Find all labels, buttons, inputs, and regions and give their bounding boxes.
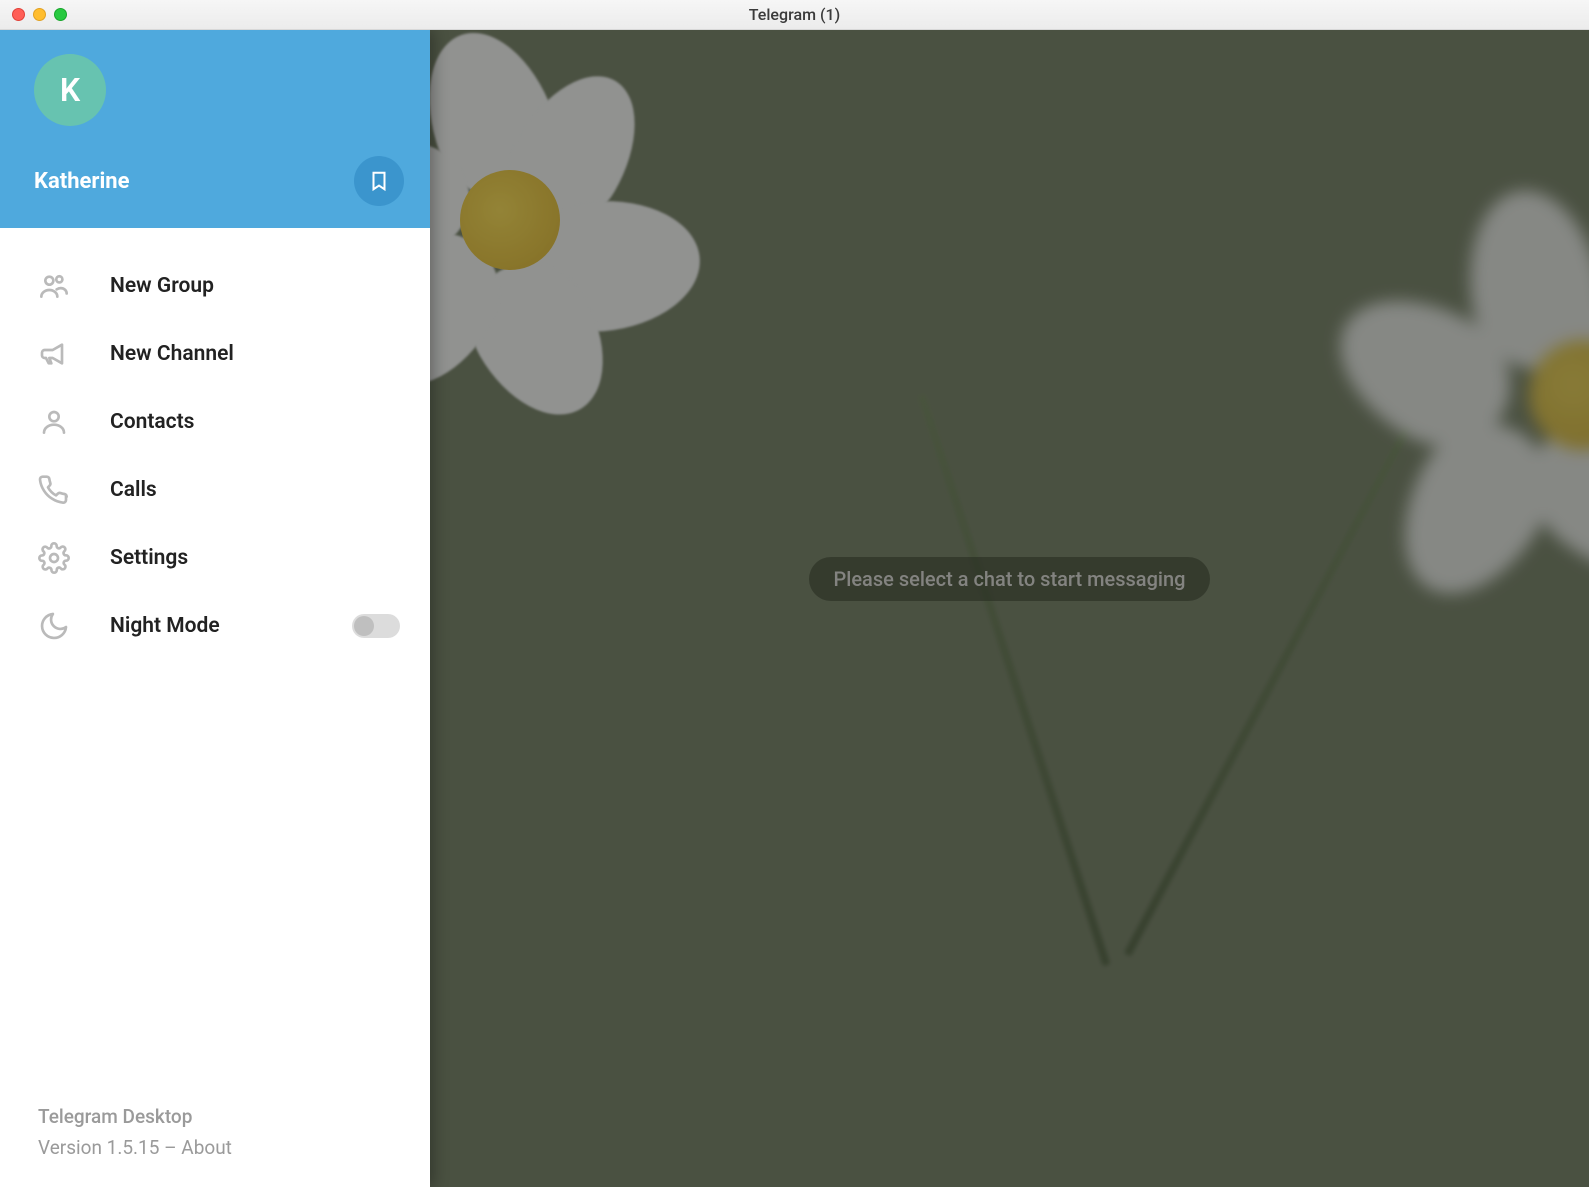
app-name-label: Telegram Desktop — [38, 1102, 430, 1132]
avatar[interactable]: K — [34, 54, 106, 126]
person-icon — [38, 406, 82, 438]
avatar-initial: K — [60, 71, 80, 109]
menu-label: New Group — [110, 274, 214, 298]
window-titlebar: Telegram (1) — [0, 0, 1589, 30]
menu-item-night-mode[interactable]: Night Mode — [0, 592, 430, 660]
menu-item-contacts[interactable]: Contacts — [0, 388, 430, 456]
chat-area: Please select a chat to start messaging — [430, 30, 1589, 1187]
sidebar-footer: Telegram Desktop Version 1.5.15 – About — [0, 1102, 430, 1187]
traffic-lights — [12, 8, 67, 21]
menu-item-new-channel[interactable]: New Channel — [0, 320, 430, 388]
night-mode-toggle[interactable] — [352, 614, 400, 638]
menu-list: New Group New Channel Contacts Calls — [0, 228, 430, 1102]
menu-label: Contacts — [110, 410, 194, 434]
menu-label: Night Mode — [110, 614, 220, 638]
drawer-dim-overlay[interactable] — [430, 30, 1589, 1187]
menu-label: Calls — [110, 478, 157, 502]
saved-messages-button[interactable] — [354, 156, 404, 206]
moon-icon — [38, 610, 82, 642]
phone-icon — [38, 474, 82, 506]
profile-username[interactable]: Katherine — [34, 169, 130, 194]
group-icon — [38, 270, 82, 302]
version-about-link[interactable]: Version 1.5.15 – About — [38, 1133, 430, 1163]
gear-icon — [38, 542, 82, 574]
megaphone-icon — [38, 338, 82, 370]
window-close-button[interactable] — [12, 8, 25, 21]
window-minimize-button[interactable] — [33, 8, 46, 21]
window-title: Telegram (1) — [0, 5, 1589, 24]
menu-item-new-group[interactable]: New Group — [0, 252, 430, 320]
menu-label: New Channel — [110, 342, 234, 366]
window-maximize-button[interactable] — [54, 8, 67, 21]
menu-item-settings[interactable]: Settings — [0, 524, 430, 592]
menu-label: Settings — [110, 546, 188, 570]
menu-item-calls[interactable]: Calls — [0, 456, 430, 524]
sidebar-header: K Katherine — [0, 30, 430, 228]
sidebar-drawer: K Katherine New Group New Channel — [0, 30, 430, 1187]
bookmark-icon — [368, 170, 390, 192]
